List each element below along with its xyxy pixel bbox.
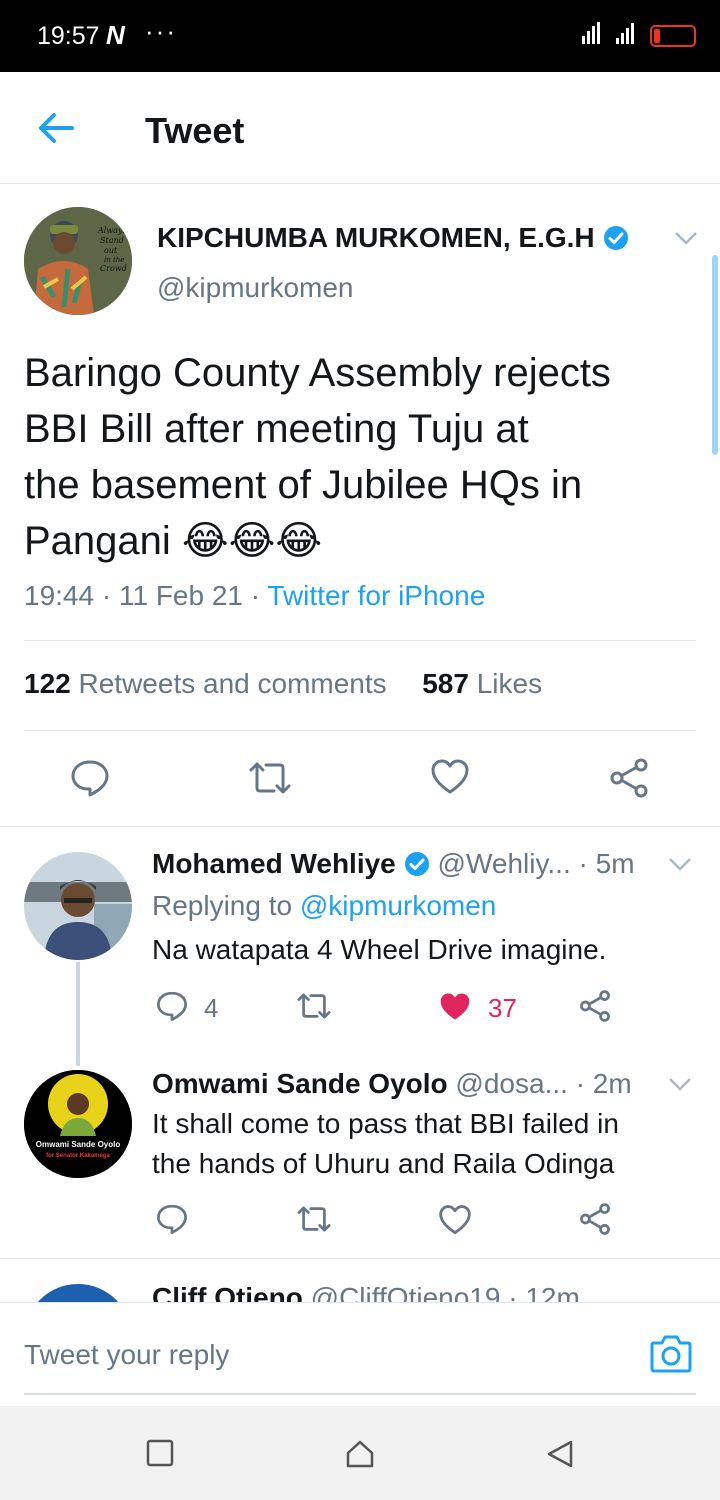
app-header: Tweet <box>0 72 720 184</box>
retweets-stat[interactable]: 122 Retweets and comments <box>24 668 387 699</box>
netflix-notification-icon: N <box>106 20 125 50</box>
share-icon[interactable] <box>608 758 650 798</box>
reply-time: · 2m <box>575 1068 632 1099</box>
author-avatar[interactable]: Always Stand out in the Crowd <box>24 207 132 315</box>
svg-text:in the: in the <box>104 256 124 264</box>
system-nav-bar <box>0 1406 720 1500</box>
replying-to-link[interactable]: @kipmurkomen <box>300 890 496 921</box>
thread-connector <box>76 962 80 1066</box>
reply-header[interactable]: Mohamed Wehliye @Wehliy... · 5m <box>152 848 635 880</box>
tweet-date: 11 Feb 21 <box>118 580 243 611</box>
replying-to-prefix: Replying to <box>152 890 293 921</box>
tweet-stats: 122 Retweets and comments 587 Likes <box>24 668 542 700</box>
likes-count: 587 <box>422 668 469 699</box>
retweet-icon[interactable] <box>296 990 332 1022</box>
reply-author-handle: @Wehliy... <box>437 848 571 879</box>
tweet-meta: 19:44 · 11 Feb 21 · Twitter for iPhone <box>24 580 485 612</box>
reply-text-line: the hands of Uhuru and Raila Odinga <box>152 1148 615 1179</box>
reply-icon[interactable] <box>156 1203 188 1235</box>
back-arrow-icon[interactable] <box>36 110 76 146</box>
tweet-source-link[interactable]: Twitter for iPhone <box>267 580 485 611</box>
status-bar: 19:57 N ··· <box>0 0 720 72</box>
back-triangle-icon[interactable] <box>546 1439 574 1469</box>
reply-avatar[interactable] <box>24 852 132 960</box>
retweet-icon[interactable] <box>248 758 292 798</box>
divider <box>0 826 720 827</box>
chevron-down-icon[interactable] <box>674 230 698 246</box>
tweet-time: 19:44 <box>24 580 95 611</box>
likes-label: Likes <box>476 668 543 699</box>
reply-avatar[interactable]: Omwami Sande Oyolo for Senator Kakamega <box>24 1070 132 1178</box>
verified-badge-icon <box>603 226 628 250</box>
camera-icon[interactable] <box>650 1333 692 1373</box>
tweet-text-line: Pangani 😂😂😂 <box>24 519 323 563</box>
retweets-count: 122 <box>24 668 71 699</box>
recent-apps-icon[interactable] <box>146 1439 174 1467</box>
tweet-text-line: Baringo County Assembly rejects <box>24 351 611 395</box>
author-name-text: KIPCHUMBA MURKOMEN, E.G.H <box>157 222 595 253</box>
like-heart-icon[interactable] <box>438 991 472 1023</box>
reply-time: · 5m <box>578 848 635 879</box>
more-notifications-icon: ··· <box>145 16 177 46</box>
scrollbar[interactable] <box>712 255 718 455</box>
svg-text:Stand: Stand <box>100 236 124 245</box>
reply-count: 4 <box>204 993 219 1023</box>
tweet-text-line: BBI Bill after meeting Tuju at <box>24 407 529 451</box>
tweet-text-line: the basement of Jubilee HQs in <box>24 463 583 507</box>
reply-header[interactable]: Omwami Sande Oyolo @dosa... · 2m <box>152 1068 632 1100</box>
divider <box>0 1258 720 1259</box>
author-handle[interactable]: @kipmurkomen <box>157 272 353 304</box>
reply-author-handle: @dosa... <box>455 1068 568 1099</box>
reply-composer: Tweet your reply <box>0 1302 720 1406</box>
status-time: 19:57 <box>37 22 100 50</box>
reply-author-name: Omwami Sande Oyolo <box>152 1068 448 1099</box>
battery-icon <box>650 25 696 47</box>
chevron-down-icon[interactable] <box>668 1076 692 1092</box>
chevron-down-icon[interactable] <box>668 856 692 872</box>
svg-text:Always: Always <box>97 226 127 235</box>
author-name[interactable]: KIPCHUMBA MURKOMEN, E.G.H <box>157 222 629 254</box>
avatar-subcaption: for Senator Kakamega <box>46 1153 110 1159</box>
likes-stat[interactable]: 587 Likes <box>422 668 542 699</box>
retweet-icon[interactable] <box>296 1203 332 1235</box>
tweet-text: Baringo County Assembly rejects BBI Bill… <box>24 345 700 569</box>
reply-text-line: It shall come to pass that BBI failed in <box>152 1108 619 1139</box>
avatar-caption: Omwami Sande Oyolo <box>36 1140 121 1149</box>
page-title: Tweet <box>145 110 245 151</box>
divider <box>24 730 696 731</box>
like-heart-icon[interactable] <box>438 1204 472 1236</box>
divider <box>24 640 696 641</box>
retweets-label: Retweets and comments <box>78 668 387 699</box>
reply-author-name: Mohamed Wehliye <box>152 848 396 879</box>
reply-text: Na watapata 4 Wheel Drive imagine. <box>152 934 607 965</box>
share-icon[interactable] <box>578 1203 612 1235</box>
reply-input[interactable]: Tweet your reply <box>24 1339 229 1371</box>
meta-separator: · <box>101 580 119 611</box>
svg-text:Crowd: Crowd <box>100 264 127 273</box>
reply-input-underline <box>24 1393 696 1395</box>
reply-icon[interactable] <box>156 990 188 1022</box>
verified-badge-icon <box>404 852 429 876</box>
home-icon[interactable] <box>345 1439 375 1469</box>
replying-to: Replying to @kipmurkomen <box>152 890 496 922</box>
like-count: 37 <box>488 993 517 1023</box>
svg-text:out: out <box>104 246 118 255</box>
signal-icon <box>582 22 634 44</box>
like-heart-icon[interactable] <box>430 758 470 796</box>
share-icon[interactable] <box>578 990 612 1022</box>
meta-separator: · <box>250 580 268 611</box>
reply-icon[interactable] <box>70 758 110 798</box>
